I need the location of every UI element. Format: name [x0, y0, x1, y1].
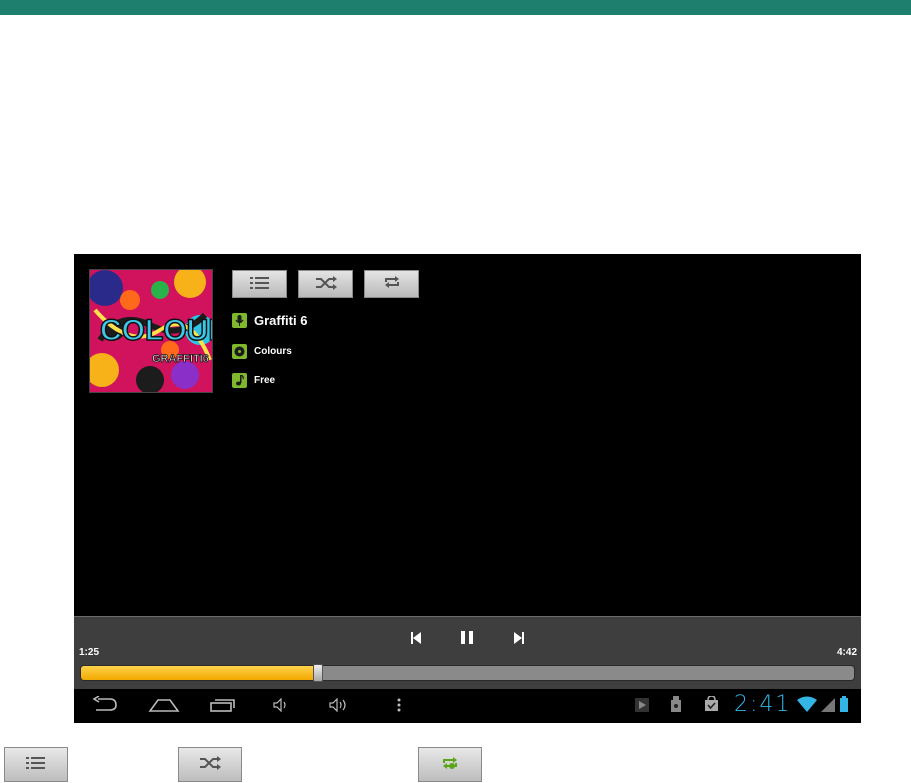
album-art: COLOURS GRAFFITI6: [89, 269, 213, 393]
back-icon: [92, 695, 118, 716]
back-button[interactable]: [90, 695, 120, 717]
menu-button[interactable]: [392, 695, 406, 717]
repeat-button[interactable]: [364, 270, 419, 298]
wifi-icon: [797, 696, 817, 716]
playlist-icon: [249, 275, 270, 294]
home-button[interactable]: [147, 695, 181, 717]
artist-name: Graffiti 6: [254, 313, 308, 328]
playlist-icon: [26, 755, 46, 774]
overflow-menu-icon: [397, 697, 401, 716]
status-clock: 2:41: [734, 692, 792, 717]
legend-shuffle-button: [178, 747, 242, 782]
cell-signal-icon: [821, 697, 835, 716]
shuffle-icon: [199, 755, 221, 774]
volume-down-button[interactable]: [270, 695, 292, 717]
volume-down-icon: [273, 697, 289, 716]
recent-apps-icon: [209, 696, 237, 716]
signal-status: [820, 695, 836, 717]
usb-storage-icon: [671, 696, 681, 716]
battery-status: [838, 695, 850, 717]
volume-up-icon: [329, 697, 351, 716]
song-title: Free: [254, 375, 276, 386]
seek-bar[interactable]: [80, 665, 855, 681]
repeat-one-icon: [441, 755, 459, 775]
album-name: Colours: [254, 346, 292, 357]
play-notification-icon: [635, 697, 649, 716]
total-duration: 4:42: [836, 647, 857, 658]
repeat-icon: [383, 274, 401, 294]
seek-thumb[interactable]: [312, 664, 323, 682]
pause-icon: [461, 629, 473, 648]
artist-row: Graffiti 6: [232, 313, 307, 328]
previous-button[interactable]: [401, 627, 431, 649]
home-icon: [148, 696, 180, 716]
next-button[interactable]: [504, 627, 534, 649]
skip-previous-icon: [411, 629, 421, 648]
seek-progress: [81, 666, 319, 680]
wifi-status: [796, 695, 818, 717]
microphone-icon: [232, 313, 247, 328]
skip-next-icon: [514, 629, 524, 648]
shuffle-button[interactable]: [298, 270, 353, 298]
document-top-bar: [0, 0, 911, 15]
battery-icon: [840, 696, 848, 716]
system-navigation-bar: 2:41: [74, 689, 861, 723]
svg-text:GRAFFITI6: GRAFFITI6: [152, 353, 209, 365]
volume-up-button[interactable]: [327, 695, 353, 717]
recent-apps-button[interactable]: [208, 695, 238, 717]
media-notification[interactable]: [634, 695, 650, 717]
pause-button[interactable]: [452, 627, 482, 649]
song-row: Free: [232, 373, 275, 388]
album-row: Colours: [232, 344, 292, 359]
legend-playlist-button: [4, 747, 68, 782]
music-player-screen: COLOURS GRAFFITI6 Graffiti 6 Colours: [74, 254, 861, 723]
shuffle-icon: [315, 275, 337, 294]
playlist-button[interactable]: [232, 270, 287, 298]
usb-notification[interactable]: [669, 695, 683, 717]
music-note-icon: [232, 373, 247, 388]
playback-controls: 1:25 4:42: [74, 616, 861, 689]
download-notification[interactable]: [702, 695, 720, 717]
disc-icon: [232, 344, 247, 359]
elapsed-time: 1:25: [79, 647, 100, 658]
shopping-bag-check-icon: [704, 695, 719, 716]
svg-text:COLOURS: COLOURS: [100, 314, 212, 347]
legend-repeat-button: [418, 747, 482, 782]
